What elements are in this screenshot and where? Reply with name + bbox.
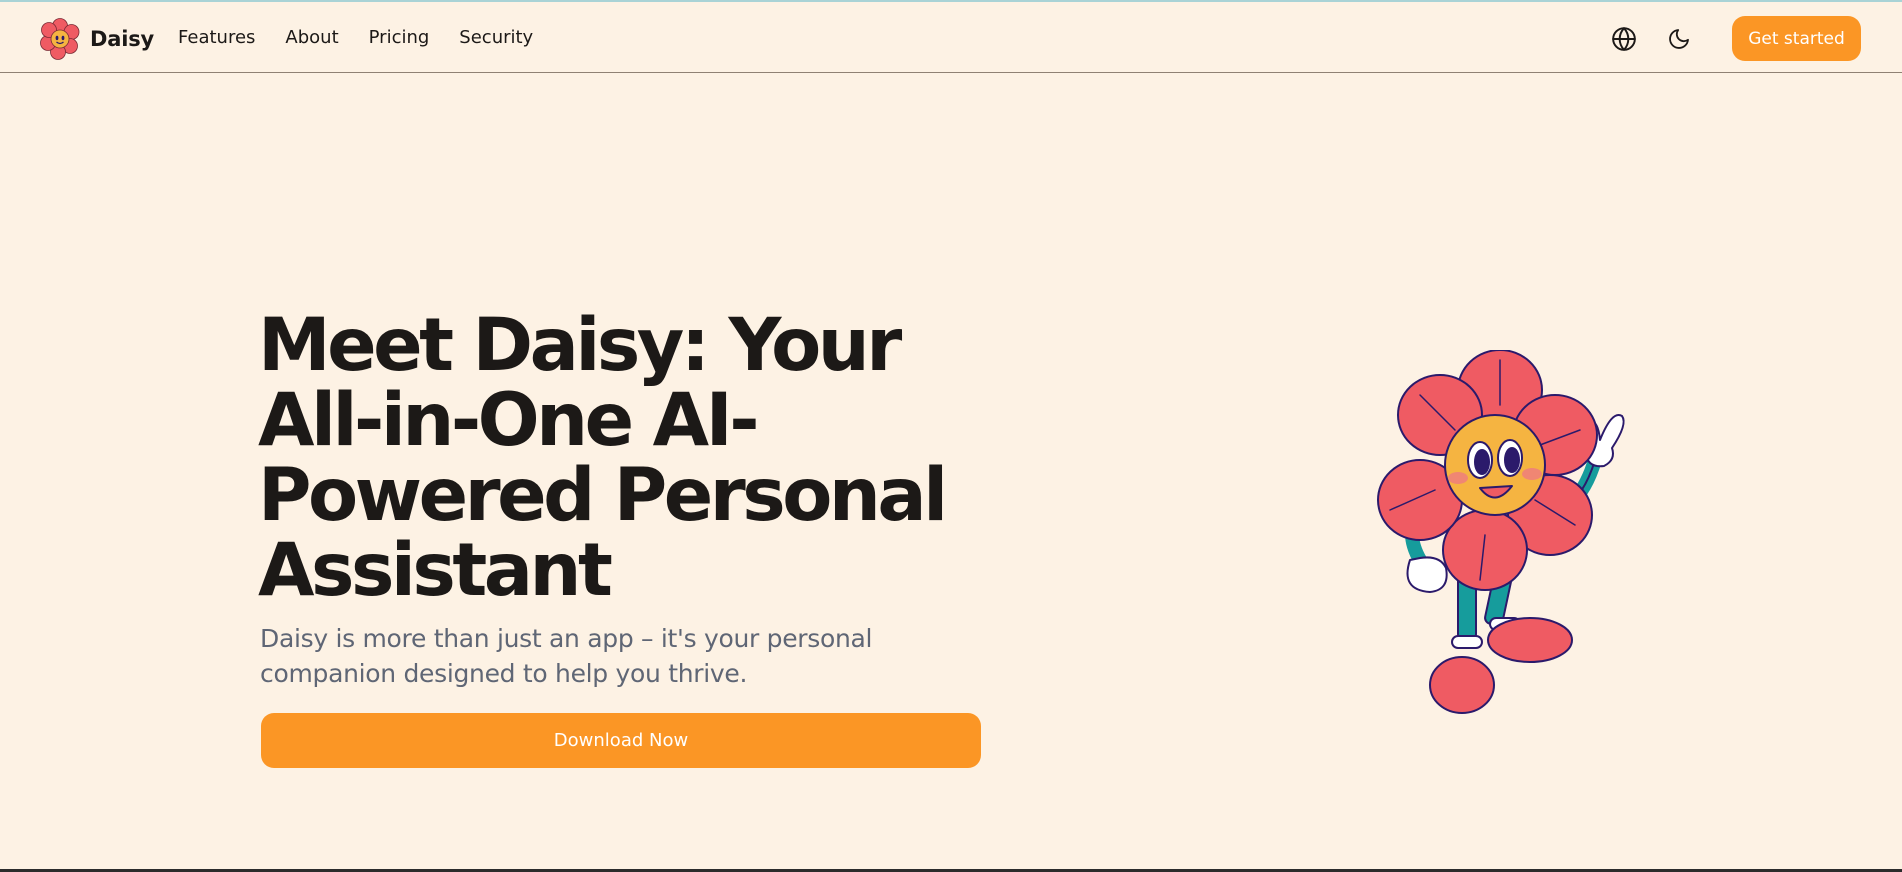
download-now-button[interactable]: Download Now — [261, 713, 981, 768]
nav-pricing[interactable]: Pricing — [369, 24, 430, 52]
brand-link[interactable]: Daisy — [38, 17, 154, 61]
daisy-logo-icon — [40, 18, 80, 60]
nav-security[interactable]: Security — [459, 24, 533, 52]
hero-subtitle: Daisy is more than just an app – it's yo… — [260, 624, 873, 688]
nav-about[interactable]: About — [285, 24, 338, 52]
globe-icon — [1612, 27, 1636, 51]
brand-name: Daisy — [90, 27, 154, 51]
daisy-mascot-illustration — [1377, 350, 1625, 714]
hero-title: Meet Daisy: Your All-in-One AI-Powered P… — [258, 303, 948, 613]
moon-icon — [1669, 29, 1689, 49]
language-button[interactable] — [1607, 22, 1641, 56]
theme-toggle-button[interactable] — [1662, 22, 1696, 56]
get-started-button[interactable]: Get started — [1732, 16, 1861, 61]
main-nav: Features About Pricing Security — [178, 24, 563, 52]
nav-features[interactable]: Features — [178, 24, 255, 52]
navbar: Daisy Features About Pricing Security Ge… — [0, 2, 1902, 73]
